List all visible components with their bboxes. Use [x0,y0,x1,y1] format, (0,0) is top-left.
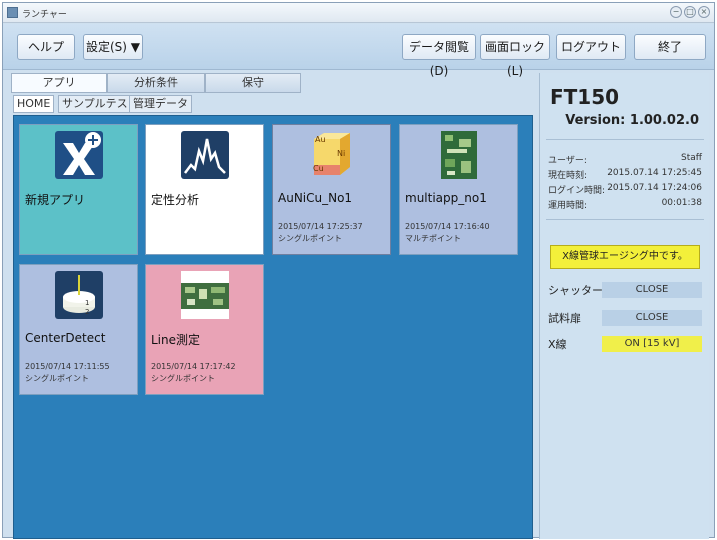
app-tile-aunicu[interactable]: Au Ni Cu AuNiCu_No1 2015/07/14 17:25:37 … [272,124,391,255]
xray-aging-status: X線管球エージング中です。 [550,245,700,269]
tile-date: 2015/07/14 17:17:42 [151,362,236,371]
ni-label: Ni [337,149,346,158]
spectrum-icon [181,131,229,179]
sample-door-status: CLOSE [602,310,702,326]
current-time-label: 現在時刻: [548,171,588,181]
tile-mode: シングルポイント [151,374,215,383]
main-tabs: アプリ 分析条件 保守 [11,73,531,93]
logout-button[interactable]: ログアウト [556,34,626,60]
divider [546,139,704,140]
app-tile-line[interactable]: Line測定 2015/07/14 17:17:42 シングルポイント [145,264,264,395]
divider [546,219,704,220]
tile-name: 定性分析 [151,193,200,207]
user-row: ユーザー: Staff [548,153,702,167]
login-time-row: ログイン時間: 2015.07.14 17:24:06 [548,183,702,197]
toolbar: ヘルプ 設定(S) ▼ データ閲覧(D) 画面ロック(L) ログアウト 終了 [3,24,714,78]
tab-analysis-conditions[interactable]: 分析条件 [107,73,205,93]
data-view-button[interactable]: データ閲覧(D) [402,34,476,78]
login-time-label: ログイン時間: [548,186,606,196]
tab-apps[interactable]: アプリ [11,73,107,93]
close-icon[interactable]: × [698,6,710,18]
current-time-value: 2015.07.14 17:25:45 [607,168,702,178]
tile-name: 新規アプリ [25,193,86,207]
app-tile-centerdetect[interactable]: 1 2 CenterDetect 2015/07/14 17:11:55 シング… [19,264,138,395]
tile-name: Line測定 [151,333,201,347]
current-time-row: 現在時刻: 2015.07.14 17:25:45 [548,168,702,182]
user-label: ユーザー: [548,156,587,166]
sample-door-row: 試料扉 CLOSE [548,310,704,326]
circuit-board-icon [181,271,229,319]
shutter-label: シャッター [548,284,603,297]
au-label: Au [315,135,326,144]
device-status-panel: FT150 Version: 1.00.02.0 ユーザー: Staff 現在時… [539,73,709,539]
subtab-home[interactable]: HOME [13,95,55,113]
tile-date: 2015/07/14 17:16:40 [405,222,490,231]
tile-mode: シングルポイント [25,374,89,383]
tile-name: CenterDetect [25,331,106,345]
marker-2: 2 [85,308,90,316]
xray-status: ON [15 kV] [602,336,702,352]
xray-label: X線 [548,338,567,351]
app-tile-qualitative[interactable]: 定性分析 [145,124,264,255]
settings-menu-button[interactable]: 設定(S) ▼ [83,34,143,60]
tile-mode: マルチポイント [405,234,461,243]
center-detect-icon [55,271,103,319]
app-tile-area: 新規アプリ 定性分析 Au Ni Cu AuNiCu_No1 2015/07/1… [13,115,533,539]
exit-button[interactable]: 終了 [634,34,706,60]
circuit-board-icon [441,131,477,179]
model-name: FT150 [550,85,620,109]
version-text: Version: 1.00.02.0 [565,113,699,128]
shutter-status: CLOSE [602,282,702,298]
login-time-value: 2015.07.14 17:24:06 [607,183,702,193]
tile-name: multiapp_no1 [405,191,487,205]
minimize-icon[interactable]: − [670,6,682,18]
tab-maintenance[interactable]: 保守 [205,73,301,93]
cu-label: Cu [313,164,324,173]
app-icon [7,7,18,18]
screen-lock-button[interactable]: 画面ロック(L) [480,34,550,78]
window-controls: − □ × [670,6,710,18]
app-tile-new[interactable]: 新規アプリ [19,124,138,255]
operating-time-value: 00:01:38 [661,198,702,208]
tile-date: 2015/07/14 17:25:37 [278,222,363,231]
help-button[interactable]: ヘルプ [17,34,75,60]
operating-time-row: 運用時間: 00:01:38 [548,198,702,212]
tile-name: AuNiCu_No1 [278,191,353,205]
launcher-window: ランチャー − □ × ヘルプ 設定(S) ▼ データ閲覧(D) 画面ロック(L… [2,2,715,539]
marker-1: 1 [85,299,90,307]
user-value: Staff [681,153,702,163]
sample-door-label: 試料扉 [548,312,581,325]
tile-mode: シングルポイント [278,234,342,243]
tile-date: 2015/07/14 17:11:55 [25,362,110,371]
app-tile-multiapp[interactable]: multiapp_no1 2015/07/14 17:16:40 マルチポイント [399,124,518,255]
maximize-icon[interactable]: □ [684,6,696,18]
subtab-management-data[interactable]: 管理データ [129,95,192,113]
shutter-row: シャッター CLOSE [548,282,704,298]
window-title: ランチャー [22,10,67,20]
operating-time-label: 運用時間: [548,201,588,211]
title-bar: ランチャー − □ × [3,3,714,23]
xray-row: X線 ON [15 kV] [548,336,704,352]
new-app-icon [55,131,103,179]
